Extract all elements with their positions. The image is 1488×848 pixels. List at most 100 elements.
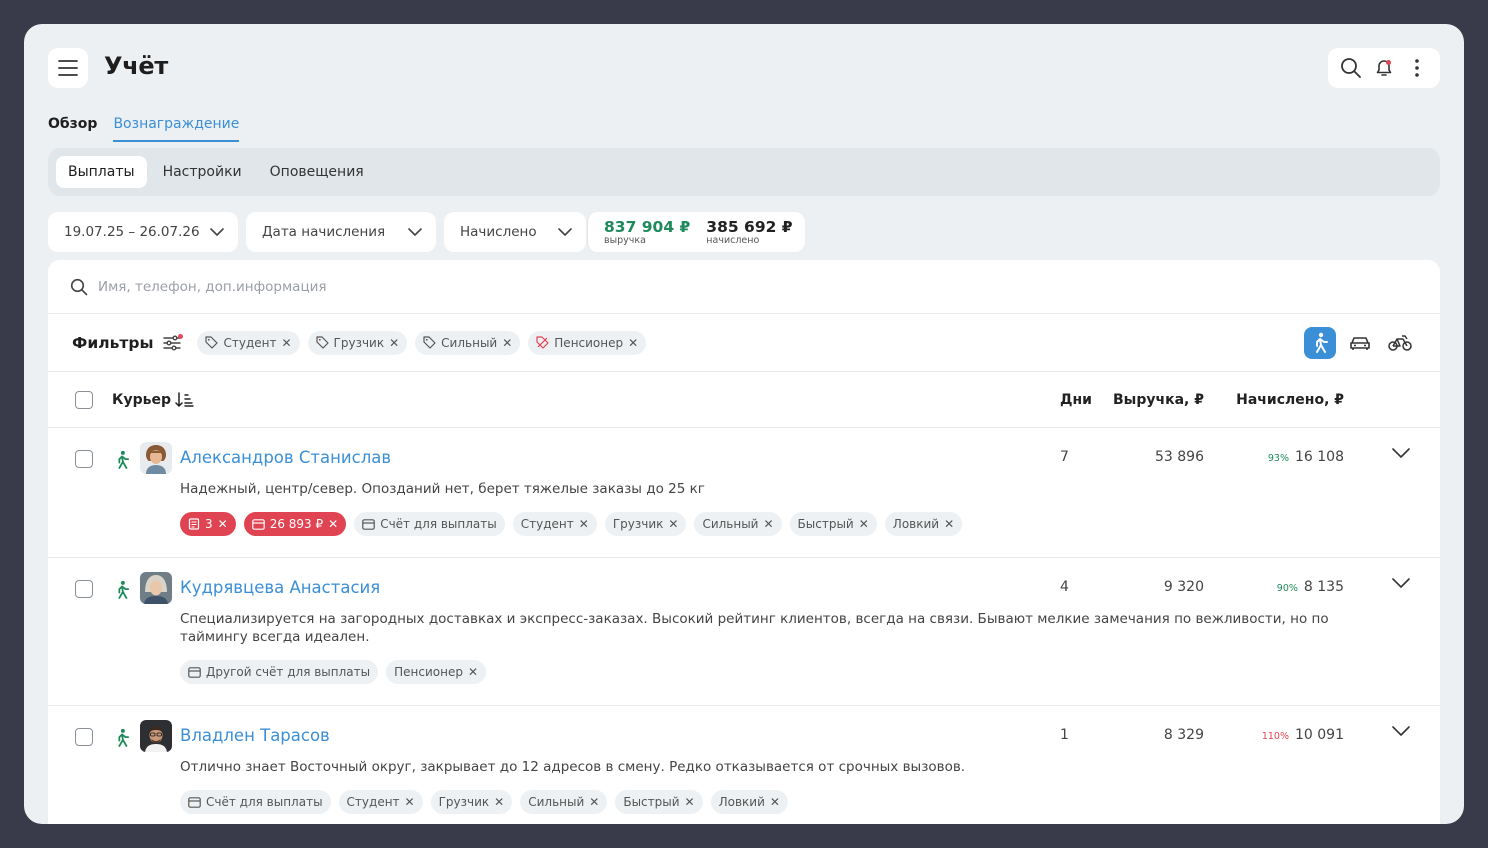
row-checkbox[interactable] <box>75 728 93 746</box>
sort-icon <box>175 391 194 407</box>
filter-chip-label: Сильный <box>441 335 498 350</box>
account-chip[interactable]: Счёт для выплаты <box>354 512 505 536</box>
close-icon[interactable]: ✕ <box>944 517 954 531</box>
notifications-button[interactable] <box>1370 54 1398 82</box>
filter-chip-excluded[interactable]: Пенсионер ✕ <box>528 330 647 355</box>
tag-chip[interactable]: Быстрый ✕ <box>615 790 703 814</box>
close-icon[interactable]: ✕ <box>685 795 695 809</box>
transport-walk-button[interactable] <box>1304 327 1336 359</box>
tag-chip[interactable]: Сильный ✕ <box>520 790 608 814</box>
account-chip-label: Счёт для выплаты <box>380 517 497 531</box>
select-all-checkbox[interactable] <box>75 391 93 409</box>
chevron-down-icon[interactable] <box>1392 726 1410 736</box>
tag-chip[interactable]: Пенсионер ✕ <box>386 660 487 684</box>
receipt-icon <box>188 518 200 530</box>
close-icon[interactable]: ✕ <box>589 795 599 809</box>
alert-chip-amount[interactable]: 26 893 ₽ ✕ <box>243 512 347 536</box>
courier-name[interactable]: Владлен Тарасов <box>180 726 330 745</box>
more-vertical-icon <box>1415 59 1420 77</box>
close-icon[interactable]: ✕ <box>281 336 291 350</box>
search-icon <box>70 278 88 295</box>
walk-icon <box>118 450 130 469</box>
table-row[interactable]: Владлен Тарасов Отлично знает Восточный … <box>48 706 1440 824</box>
alert-chip-orders[interactable]: 3 ✕ <box>180 512 236 536</box>
close-icon[interactable]: ✕ <box>405 795 415 809</box>
date-type-select[interactable]: Дата начисления <box>246 212 436 252</box>
tag-chip-label: Быстрый <box>623 795 680 809</box>
column-courier[interactable]: Курьер <box>112 392 195 408</box>
column-accrued[interactable]: Начислено, ₽ <box>1236 392 1344 408</box>
tag-chip[interactable]: Грузчик ✕ <box>604 512 687 536</box>
courier-name[interactable]: Александров Станислав <box>180 448 391 467</box>
tag-chip[interactable]: Грузчик ✕ <box>430 790 513 814</box>
app-window: Учёт Обзор Вознаграждение Выплаты Настро… <box>24 24 1464 824</box>
filter-chip[interactable]: Грузчик ✕ <box>307 330 408 355</box>
filter-chip[interactable]: Студент ✕ <box>197 330 300 355</box>
close-icon[interactable]: ✕ <box>579 517 589 531</box>
search-input[interactable] <box>98 278 898 295</box>
transport-car-button[interactable] <box>1344 327 1376 359</box>
filter-settings-button[interactable] <box>163 333 184 351</box>
more-button[interactable] <box>1403 54 1431 82</box>
subtab-settings[interactable]: Настройки <box>151 156 254 188</box>
close-icon[interactable]: ✕ <box>468 665 478 679</box>
filter-chip[interactable]: Сильный ✕ <box>415 330 521 355</box>
tag-chip[interactable]: Студент ✕ <box>512 512 597 536</box>
accrued-value: 8 135 <box>1303 579 1344 595</box>
date-range-select[interactable]: 19.07.25 – 26.07.26 <box>48 212 238 252</box>
close-icon[interactable]: ✕ <box>218 517 228 531</box>
days-value: 1 <box>1060 727 1069 743</box>
courier-description: Отлично знает Восточный округ, закрывает… <box>180 759 966 775</box>
tag-icon <box>423 336 436 349</box>
courier-name[interactable]: Кудрявцева Анастасия <box>180 578 380 597</box>
date-range-value: 19.07.25 – 26.07.26 <box>64 224 200 240</box>
subtab-notifications[interactable]: Оповещения <box>258 156 376 188</box>
tag-chip[interactable]: Быстрый ✕ <box>789 512 877 536</box>
tag-chip[interactable]: Сильный ✕ <box>694 512 782 536</box>
tag-chip[interactable]: Ловкий ✕ <box>710 790 788 814</box>
tag-chip-label: Сильный <box>528 795 585 809</box>
table-row[interactable]: Кудрявцева Анастасия Специализируется на… <box>48 558 1440 706</box>
transport-bicycle-button[interactable] <box>1384 327 1416 359</box>
status-select[interactable]: Начислено <box>444 212 586 252</box>
column-days[interactable]: Дни <box>1060 392 1092 408</box>
close-icon[interactable]: ✕ <box>668 517 678 531</box>
search-button[interactable] <box>1337 54 1365 82</box>
close-icon[interactable]: ✕ <box>502 336 512 350</box>
close-icon[interactable]: ✕ <box>494 795 504 809</box>
tag-chip-label: Грузчик <box>438 795 490 809</box>
account-chip[interactable]: Счёт для выплаты <box>180 790 331 814</box>
walk-icon <box>1316 332 1328 353</box>
row-checkbox[interactable] <box>75 580 93 598</box>
table-row[interactable]: Александров Станислав Надежный, центр/се… <box>48 428 1440 558</box>
avatar <box>140 572 172 604</box>
tag-chip[interactable]: Студент ✕ <box>338 790 423 814</box>
close-icon[interactable]: ✕ <box>763 517 773 531</box>
chevron-down-icon[interactable] <box>1392 578 1410 588</box>
close-icon[interactable]: ✕ <box>328 517 338 531</box>
tab-reward[interactable]: Вознаграждение <box>113 116 240 142</box>
account-chip[interactable]: Другой счёт для выплаты <box>180 660 379 684</box>
row-checkbox[interactable] <box>75 450 93 468</box>
revenue-value: 8 329 <box>1163 727 1204 743</box>
percent-value: 93% <box>1267 453 1289 464</box>
account-chip-label: Счёт для выплаты <box>206 795 323 809</box>
tab-overview[interactable]: Обзор <box>48 116 97 142</box>
courier-description: Надежный, центр/север. Опозданий нет, бе… <box>180 481 705 497</box>
percent-value: 90% <box>1276 583 1298 594</box>
subtab-payouts[interactable]: Выплаты <box>56 156 147 188</box>
close-icon[interactable]: ✕ <box>859 517 869 531</box>
chevron-down-icon[interactable] <box>1392 448 1410 458</box>
filter-bar: Фильтры Студент ✕ Грузчик ✕ Сильный ✕ Пе… <box>48 314 1440 372</box>
filter-active-dot <box>178 333 184 339</box>
tag-chip-label: Студент <box>346 795 400 809</box>
column-revenue[interactable]: Выручка, ₽ <box>1113 392 1204 408</box>
close-icon[interactable]: ✕ <box>628 336 638 350</box>
menu-button[interactable] <box>48 48 88 88</box>
tag-chip-label: Быстрый <box>797 517 854 531</box>
close-icon[interactable]: ✕ <box>770 795 780 809</box>
card-icon <box>188 796 201 808</box>
close-icon[interactable]: ✕ <box>389 336 399 350</box>
walk-icon <box>118 728 130 747</box>
tag-chip[interactable]: Ловкий ✕ <box>884 512 963 536</box>
